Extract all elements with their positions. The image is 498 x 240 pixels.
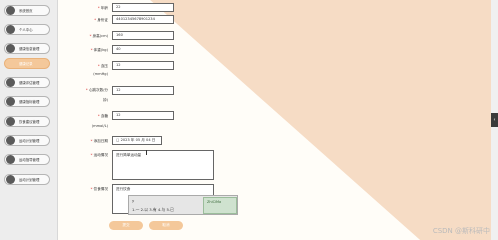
weight-label: * 体重(kg) <box>90 48 108 52</box>
diet-icon <box>6 117 15 126</box>
age-field[interactable]: 22 <box>112 3 174 12</box>
blood-sugar-unit: (mmol/L) <box>91 124 108 128</box>
exercise-label: * 运动情况 <box>90 153 108 157</box>
heart-rate-label: * 心跳次数/分 <box>85 88 108 92</box>
ime-candidates[interactable]: 1.一 2.以 3.有 4.与 5.已 <box>132 207 174 213</box>
date-label: * 添加日期 <box>90 139 108 143</box>
blood-pressure-label: * 血压 <box>97 64 108 68</box>
sidebar-item-profile[interactable]: 个人中心 <box>4 24 50 35</box>
sidebar: 系统首页 个人中心 健康信息管理 健康记录 健康评估管理 健康指标管理 饮食建议… <box>0 0 58 240</box>
cancel-button[interactable]: 取消 <box>149 221 183 230</box>
weight-field[interactable]: 40 <box>112 45 174 54</box>
guide-icon <box>6 155 15 164</box>
height-field[interactable]: 160 <box>112 31 174 40</box>
date-picker[interactable]: ▢ 2023 年 05 月 04 日 <box>112 136 162 145</box>
id-label: * 身份证 <box>94 18 108 22</box>
sidebar-item-exercise-plan[interactable]: 运动计划管理 <box>4 135 50 146</box>
ime-logo: ZhiCiMa <box>203 197 237 214</box>
exercise-textarea[interactable]: 进行简单运动量 <box>112 150 214 180</box>
submit-button[interactable]: 提交 <box>109 221 143 230</box>
user-icon <box>6 25 15 34</box>
home-icon <box>6 6 15 15</box>
health-icon <box>6 44 15 53</box>
sidebar-item-health-info[interactable]: 健康信息管理 <box>4 43 50 54</box>
blood-sugar-field[interactable]: 12 <box>112 111 174 120</box>
indicator-icon <box>6 97 15 106</box>
sidebar-item-exercise-guide[interactable]: 运动指导管理 <box>4 154 50 165</box>
assessment-icon <box>6 78 15 87</box>
id-number-field[interactable]: 44012345678901234 <box>112 15 174 24</box>
text-cursor <box>146 150 147 155</box>
sidebar-item-health-record[interactable]: 健康记录 <box>4 58 50 69</box>
heart-rate-unit: 钟) <box>103 98 108 102</box>
blood-pressure-field[interactable]: 12 <box>112 61 174 70</box>
ime-input: y <box>132 198 135 203</box>
blood-sugar-label: * 血糖 <box>97 114 108 118</box>
sidebar-item-diet[interactable]: 饮食建议管理 <box>4 116 50 127</box>
blood-pressure-unit: (mmHg) <box>93 72 108 76</box>
sidebar-item-health-indicator[interactable]: 健康指标管理 <box>4 96 50 107</box>
sidebar-item-home[interactable]: 系统首页 <box>4 5 50 16</box>
calendar-icon: ▢ <box>116 138 120 142</box>
sidebar-item-health-assessment[interactable]: 健康评估管理 <box>4 77 50 88</box>
chevron-left-icon[interactable]: ‹ <box>491 113 498 127</box>
height-label: * 身高(cm) <box>89 34 108 38</box>
diet-label: * 饮食情况 <box>90 187 108 191</box>
plan-icon <box>6 175 15 184</box>
ime-candidate-window[interactable]: y 1.一 2.以 3.有 4.与 5.已 ZhiCiMa <box>128 195 238 215</box>
sidebar-item-exercise-plan-2[interactable]: 运动计划管理 <box>4 174 50 185</box>
heart-rate-field[interactable]: 12 <box>112 86 174 95</box>
age-label: * 年龄 <box>97 6 108 10</box>
exercise-icon <box>6 136 15 145</box>
watermark: CSDN @斯科研中 <box>432 227 490 235</box>
